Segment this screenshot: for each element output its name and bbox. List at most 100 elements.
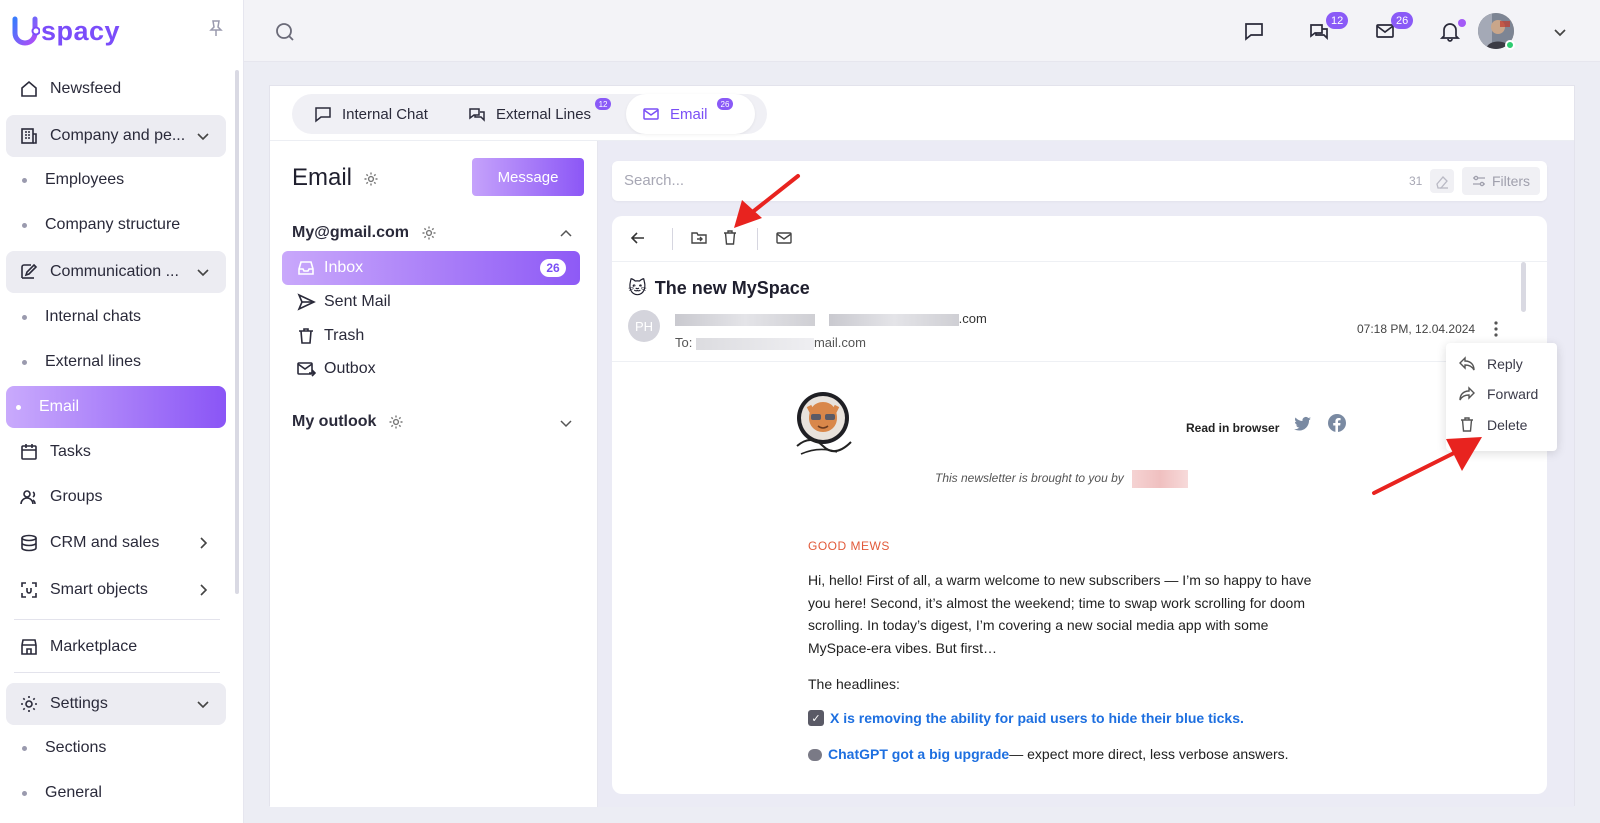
headline-link[interactable]: X is removing the ability for paid users… [830,710,1244,726]
eraser-icon[interactable] [1430,169,1454,193]
sidebar-subitem-general[interactable]: General [22,778,102,808]
redacted-sponsor [1131,470,1188,488]
sidebar-item-settings[interactable]: Settings [6,683,226,725]
folder-label: Trash [324,327,365,344]
tab-email[interactable]: Email 26 [626,94,755,134]
tab-badge: 26 [717,98,733,110]
building-icon [18,125,40,147]
sidebar-item-label: Internal chats [45,308,142,325]
sidebar-item-groups[interactable]: Groups [6,476,226,518]
search-icon[interactable] [274,21,296,43]
folder-label: Outbox [324,360,376,377]
logo-mark-icon [12,15,41,47]
folder-inbox[interactable]: Inbox 26 [282,251,580,285]
tab-internal-chat[interactable]: Internal Chat [298,94,444,134]
trash-icon [296,326,316,346]
message-date: 07:18 PM, 12.04.2024 [1357,322,1476,336]
sidebar-item-company[interactable]: Company and pe... [6,115,226,157]
unread-count-badge: 26 [540,259,566,277]
folder-label: Inbox [324,259,364,276]
sender-email-suffix: .com [958,311,987,326]
mail-folders-panel: Email Message My@gmail.com Inbox 26 Sent… [270,141,598,807]
sender-line: .com [675,311,987,326]
menu-item-forward[interactable]: Forward [1458,383,1538,405]
sidebar-subitem-employees[interactable]: Employees [22,165,124,195]
redacted-recipient [695,337,814,350]
sidebar-subitem-external-lines[interactable]: External lines [22,347,141,377]
twitter-icon[interactable] [1294,416,1312,432]
chevron-down-icon[interactable] [1552,24,1568,40]
sidebar: spacy Newsfeed Company and pe... Employe… [0,0,244,823]
sidebar-item-label: External lines [45,353,142,370]
more-options-icon[interactable] [1488,320,1504,338]
chevron-down-icon [194,127,212,145]
pin-icon[interactable] [206,18,226,38]
new-message-button[interactable]: Message [472,158,584,196]
folder-outbox[interactable]: Outbox [282,352,580,386]
headline-text: — expect more direct, less verbose answe… [1009,746,1289,762]
gear-icon[interactable] [388,414,404,430]
sidebar-subitem-email[interactable]: Email [6,386,226,428]
external-chats-icon [468,105,486,123]
headline-link[interactable]: ChatGPT got a big upgrade [828,746,1009,762]
chevron-right-icon [194,534,212,552]
chat-icon[interactable] [1243,20,1265,42]
gear-icon[interactable] [421,225,437,241]
mail-count-badge: 26 [1391,12,1414,29]
menu-item-label: Delete [1487,417,1528,433]
sidebar-item-label: CRM and sales [50,534,160,551]
account-outlook[interactable]: My outlook [292,413,404,431]
sidebar-item-tasks[interactable]: Tasks [6,431,226,473]
folder-sent[interactable]: Sent Mail [282,285,580,319]
chats-count-badge: 12 [1326,12,1349,29]
sidebar-item-label: Marketplace [50,638,138,655]
tab-label: Internal Chat [342,105,428,123]
annotation-arrow-delete [1372,437,1482,495]
sidebar-item-crm[interactable]: CRM and sales [6,522,226,564]
search-input[interactable]: Search... [624,172,684,189]
read-in-browser-link[interactable]: Read in browser [1186,421,1279,435]
back-arrow-icon[interactable] [629,229,647,247]
message-view: 🐱 The new MySpace PH .com To: mail.com 0… [612,216,1547,794]
sidebar-item-label: Groups [50,488,103,505]
page-title: Email [292,164,353,191]
store-icon [18,636,40,658]
account-gmail[interactable]: My@gmail.com [292,224,437,242]
menu-item-reply[interactable]: Reply [1458,353,1523,375]
sidebar-subitem-internal-chats[interactable]: Internal chats [22,302,141,332]
sidebar-subitem-sections[interactable]: Sections [22,733,106,763]
database-icon [18,532,40,554]
recipient-line: To: mail.com [675,335,866,350]
chevron-down-icon[interactable] [558,415,574,431]
sender-avatar: PH [628,310,660,342]
message-scrollbar[interactable] [1521,262,1526,312]
newsletter-sponsor-line: This newsletter is brought to you by [935,470,1188,488]
menu-item-label: Reply [1487,356,1523,372]
facebook-icon[interactable] [1328,414,1346,432]
sidebar-item-label: Smart objects [50,581,148,598]
sidebar-item-communication[interactable]: Communication ... [6,251,226,293]
reply-icon [1458,355,1476,373]
sidebar-item-newsfeed[interactable]: Newsfeed [6,68,226,110]
sidebar-item-label: Company structure [45,216,181,233]
subject-text: The new MySpace [654,278,810,298]
tab-external-lines[interactable]: External Lines 12 [452,94,612,134]
sidebar-item-label: Sections [45,739,107,756]
sidebar-subitem-company-structure[interactable]: Company structure [22,210,180,240]
chevron-up-icon[interactable] [558,226,574,242]
move-to-folder-icon[interactable] [690,229,708,247]
gear-icon[interactable] [363,171,379,187]
annotation-arrow-trash [734,174,800,228]
chat-icon [314,105,332,123]
sponsor-text: This newsletter is brought to you by [935,471,1124,486]
sidebar-item-label: Tasks [50,443,91,460]
sidebar-scrollbar[interactable] [235,70,239,594]
logo[interactable]: spacy [12,14,120,48]
folder-trash[interactable]: Trash [282,319,580,353]
online-status-dot [1505,40,1515,50]
tab-bar: Internal Chat External Lines 12 Email 26 [270,86,1574,141]
sidebar-item-marketplace[interactable]: Marketplace [6,626,226,668]
filters-button[interactable]: Filters [1462,167,1540,195]
headline-item[interactable]: ✓ X is removing the ability for paid use… [808,710,1244,726]
sidebar-item-smart-objects[interactable]: Smart objects [6,569,226,611]
